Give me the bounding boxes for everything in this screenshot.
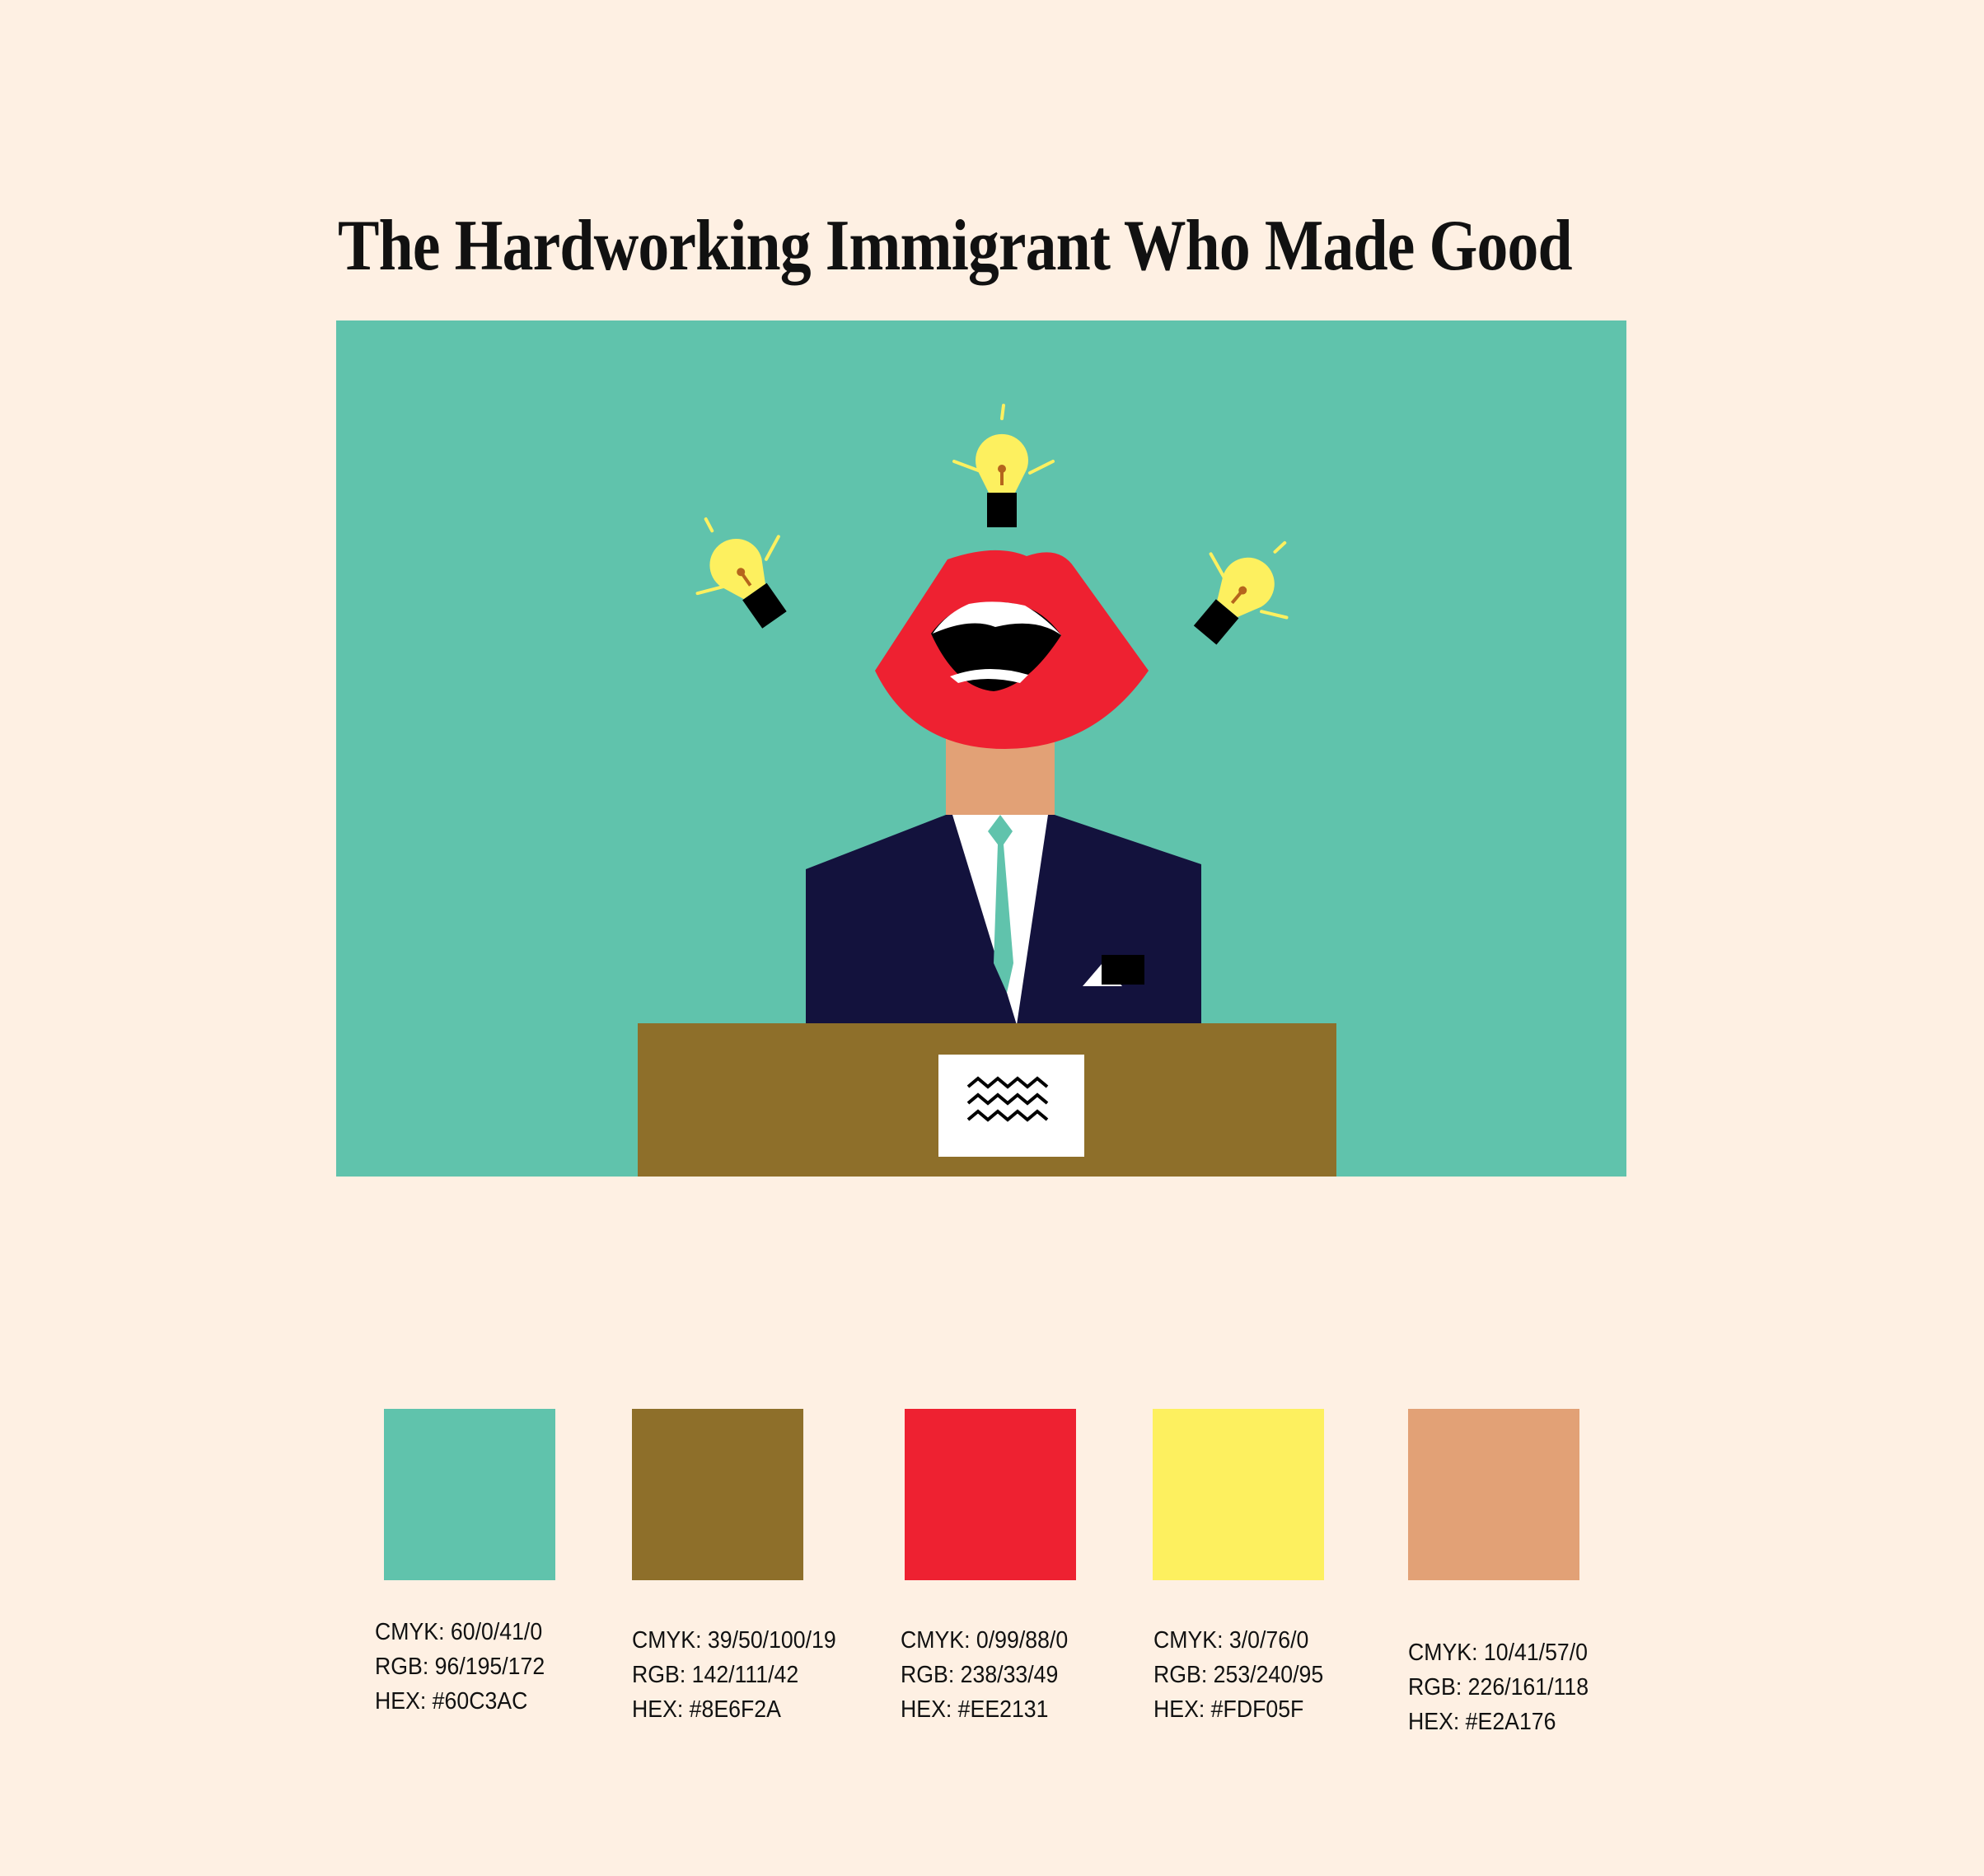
color-specs-tan: CMYK: 10/41/57/0 RGB: 226/161/118 HEX: #… xyxy=(1408,1635,1589,1739)
hex-value: HEX: #8E6F2A xyxy=(632,1696,781,1723)
hex-value: HEX: #60C3AC xyxy=(375,1688,528,1715)
hex-value: HEX: #FDF05F xyxy=(1153,1696,1304,1723)
rgb-value: RGB: 238/33/49 xyxy=(901,1662,1059,1688)
color-specs-brown: CMYK: 39/50/100/19 RGB: 142/111/42 HEX: … xyxy=(632,1623,836,1727)
swatch-brown xyxy=(632,1409,803,1580)
color-specs-teal: CMYK: 60/0/41/0 RGB: 96/195/172 HEX: #60… xyxy=(375,1615,545,1719)
rgb-value: RGB: 253/240/95 xyxy=(1153,1662,1324,1688)
swatch-tan xyxy=(1408,1409,1579,1580)
swatch-yellow xyxy=(1153,1409,1324,1580)
hex-value: HEX: #E2A176 xyxy=(1408,1709,1556,1735)
page-title: The Hardworking Immigrant Who Made Good xyxy=(338,206,1573,286)
podium-sign xyxy=(938,1055,1084,1157)
rgb-value: RGB: 96/195/172 xyxy=(375,1654,545,1680)
color-specs-red: CMYK: 0/99/88/0 RGB: 238/33/49 HEX: #EE2… xyxy=(901,1623,1068,1727)
swatch-red xyxy=(905,1409,1076,1580)
cmyk-value: CMYK: 0/99/88/0 xyxy=(901,1627,1069,1654)
swatch-teal xyxy=(384,1409,555,1580)
rgb-value: RGB: 142/111/42 xyxy=(632,1662,799,1688)
cmyk-value: CMYK: 3/0/76/0 xyxy=(1153,1627,1309,1654)
speaker-illustration xyxy=(336,320,1626,1177)
suit-pocket xyxy=(1102,955,1144,985)
cmyk-value: CMYK: 10/41/57/0 xyxy=(1408,1640,1589,1666)
hex-value: HEX: #EE2131 xyxy=(901,1696,1049,1723)
color-specs-yellow: CMYK: 3/0/76/0 RGB: 253/240/95 HEX: #FDF… xyxy=(1153,1623,1323,1727)
cmyk-value: CMYK: 60/0/41/0 xyxy=(375,1619,543,1645)
cmyk-value: CMYK: 39/50/100/19 xyxy=(632,1627,836,1654)
rgb-value: RGB: 226/161/118 xyxy=(1408,1674,1589,1701)
